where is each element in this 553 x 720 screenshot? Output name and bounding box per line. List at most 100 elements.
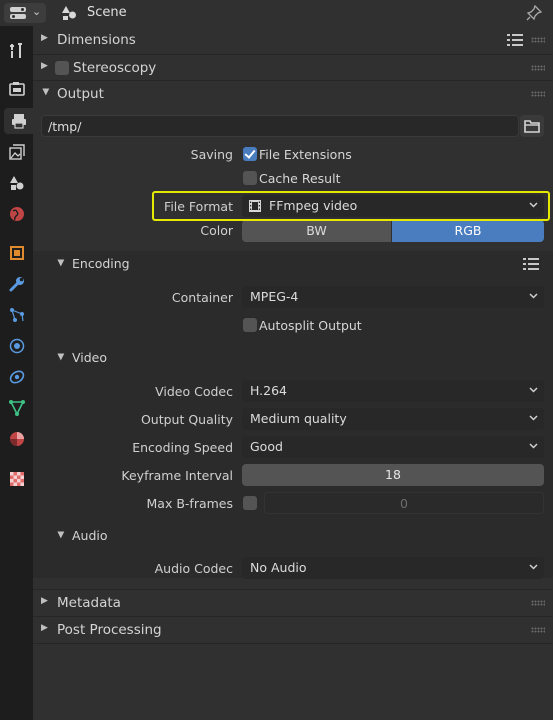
keyframe-interval-label: Keyframe Interval <box>121 468 233 483</box>
autosplit-checkbox[interactable] <box>243 318 257 332</box>
chevron-down-icon <box>529 415 538 421</box>
output-quality-label: Output Quality <box>140 412 233 427</box>
stereoscopy-panel-header[interactable]: ▶ Stereoscopy <box>33 54 553 80</box>
video-codec-value: H.264 <box>250 383 288 398</box>
constraints-tab[interactable] <box>4 364 30 390</box>
chevron-down-icon <box>529 443 538 449</box>
audio-codec-value: No Audio <box>250 560 307 575</box>
container-value: MPEG-4 <box>250 289 299 304</box>
audio-codec-label: Audio Codec <box>154 561 233 576</box>
chevron-down-icon <box>529 387 538 393</box>
encoding-speed-dropdown[interactable]: Good <box>242 436 544 458</box>
drag-grip-icon[interactable] <box>531 65 545 71</box>
max-bframes-field[interactable]: 0 <box>264 492 544 514</box>
texture-tab[interactable] <box>4 466 30 492</box>
audio-subpanel-header[interactable]: ▶ Audio <box>33 523 553 549</box>
properties-editor-icon <box>10 7 26 19</box>
editor-type-button[interactable]: ⌄ <box>4 3 46 23</box>
encoding-speed-value: Good <box>250 439 283 454</box>
stereoscopy-checkbox[interactable] <box>55 61 69 75</box>
camera-back-icon <box>9 82 25 96</box>
audio-codec-dropdown[interactable]: No Audio <box>242 557 544 579</box>
video-title: Video <box>72 350 108 365</box>
data-tab[interactable] <box>4 395 30 421</box>
collapsed-triangle-icon: ▶ <box>41 33 48 43</box>
chevron-down-icon <box>529 564 538 570</box>
film-icon <box>249 200 261 212</box>
render-tab[interactable] <box>4 76 30 102</box>
post-processing-panel-header[interactable]: ▶ Post Processing <box>33 616 553 642</box>
collapsed-triangle-icon: ▶ <box>41 61 48 71</box>
pin-icon[interactable] <box>525 4 543 22</box>
properties-tab-bar <box>0 26 33 720</box>
dimensions-panel-header[interactable]: ▶ Dimensions <box>33 27 553 53</box>
output-panel-title: Output <box>57 86 104 102</box>
cache-result-label[interactable]: Cache Result <box>259 171 340 186</box>
folder-icon <box>524 120 540 133</box>
encoding-title: Encoding <box>72 256 130 271</box>
view-layer-tab[interactable] <box>4 139 30 165</box>
collapsed-triangle-icon: ▶ <box>41 596 48 606</box>
scene-tab[interactable] <box>4 170 30 196</box>
output-path-value: /tmp/ <box>48 119 82 134</box>
container-label: Container <box>171 290 233 305</box>
properties-content: ▶ Dimensions ▶ Stereoscopy ▶ Output /tmp… <box>33 26 553 720</box>
max-bframes-checkbox[interactable] <box>243 496 257 510</box>
presets-list-icon[interactable] <box>523 258 539 271</box>
scene-icon <box>62 6 76 20</box>
world-globe-icon <box>10 207 24 221</box>
object-tab[interactable] <box>4 240 30 266</box>
color-rgb-button[interactable]: RGB <box>392 220 544 242</box>
drag-grip-icon[interactable] <box>531 91 545 97</box>
cache-result-checkbox[interactable] <box>243 171 257 185</box>
material-tab[interactable] <box>4 426 30 452</box>
video-codec-dropdown[interactable]: H.264 <box>242 380 544 402</box>
mesh-data-triangle-icon <box>9 400 25 416</box>
file-format-dropdown[interactable]: FFmpeg video <box>242 195 544 217</box>
encoding-subpanel-header[interactable]: ▶ Encoding <box>33 251 553 277</box>
color-label: Color <box>200 223 233 238</box>
container-dropdown[interactable]: MPEG-4 <box>242 286 544 308</box>
audio-title: Audio <box>72 528 108 543</box>
object-square-icon <box>10 246 24 260</box>
encoding-speed-label: Encoding Speed <box>132 440 233 455</box>
file-format-label: File Format <box>164 199 233 214</box>
chevron-down-icon: ⌄ <box>32 5 42 18</box>
scene-cone-sphere-icon <box>10 176 24 190</box>
video-codec-label: Video Codec <box>155 384 233 399</box>
drag-grip-icon[interactable] <box>531 37 545 43</box>
particles-tab[interactable] <box>4 302 30 328</box>
output-panel-header[interactable]: ▶ Output <box>33 80 553 106</box>
particles-icon <box>10 308 24 322</box>
browse-folder-button[interactable] <box>520 115 544 137</box>
file-format-value: FFmpeg video <box>269 198 358 213</box>
autosplit-label[interactable]: Autosplit Output <box>259 318 362 333</box>
file-extensions-label[interactable]: File Extensions <box>259 147 352 162</box>
world-tab[interactable] <box>4 201 30 227</box>
scene-title: Scene <box>87 5 127 20</box>
material-sphere-icon <box>10 432 24 446</box>
expanded-triangle-icon: ▶ <box>40 88 51 96</box>
color-bw-button[interactable]: BW <box>242 220 391 242</box>
output-tab[interactable] <box>4 108 33 134</box>
keyframe-interval-field[interactable]: 18 <box>242 464 544 486</box>
physics-tab[interactable] <box>4 333 30 359</box>
drag-grip-icon[interactable] <box>531 627 545 633</box>
output-quality-value: Medium quality <box>250 411 347 426</box>
chevron-down-icon <box>529 293 538 299</box>
metadata-panel-header[interactable]: ▶ Metadata <box>33 589 553 615</box>
constraint-icon <box>9 370 25 384</box>
modifiers-tab[interactable] <box>4 271 30 297</box>
file-extensions-checkbox[interactable] <box>243 147 257 161</box>
drag-grip-icon[interactable] <box>531 600 545 606</box>
tool-tab[interactable] <box>4 38 30 64</box>
presets-list-icon[interactable] <box>507 34 523 47</box>
physics-orbit-icon <box>9 338 25 354</box>
stereoscopy-panel-title: Stereoscopy <box>73 60 157 76</box>
panel-divider <box>33 643 553 644</box>
output-path-field[interactable]: /tmp/ <box>41 115 519 137</box>
post-processing-panel-title: Post Processing <box>57 622 162 638</box>
collapsed-triangle-icon: ▶ <box>41 623 48 633</box>
video-subpanel-header[interactable]: ▶ Video <box>33 345 553 371</box>
output-quality-dropdown[interactable]: Medium quality <box>242 408 544 430</box>
